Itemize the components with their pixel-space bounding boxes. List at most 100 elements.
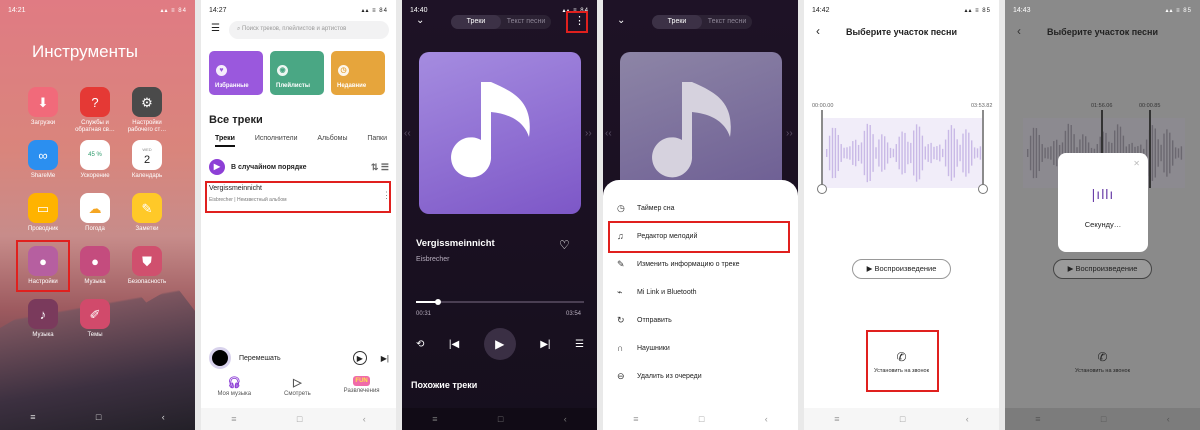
menu-item-headphones[interactable]: ∩ Наушники xyxy=(617,343,670,353)
home-icon[interactable]: □ xyxy=(498,414,503,424)
question-icon: ? xyxy=(80,87,110,117)
app-shareme[interactable]: ∞ ShareMe xyxy=(21,140,65,180)
player-controls: ⟲ |◀ ▶ ▶| ☰ xyxy=(416,328,584,360)
playlists-card[interactable]: ◉ Плейлисты xyxy=(270,51,324,95)
chevron-right-icon[interactable]: ›› xyxy=(786,128,793,139)
nav-my-music[interactable]: 🎧︎ Моя музыка xyxy=(217,376,251,397)
nav-bar: ≡ □ ‹ xyxy=(603,408,798,430)
home-icon[interactable]: □ xyxy=(699,414,704,424)
shuffle-row[interactable]: ▶ В случайном порядке ⇅ ☰ xyxy=(209,157,389,177)
tab-artists[interactable]: Исполнители xyxy=(255,135,298,147)
menu-icon[interactable]: ≡ xyxy=(30,412,35,422)
play-icon[interactable]: ▶ xyxy=(352,351,367,365)
play-icon: ▶ xyxy=(209,159,225,175)
previous-icon[interactable]: |◀ xyxy=(449,339,459,350)
highlight-box xyxy=(866,330,939,392)
status-bar: 14:21 ▴▴ ≡ 84 xyxy=(0,0,195,20)
chevron-left-icon[interactable]: ‹‹ xyxy=(404,128,411,139)
back-icon[interactable]: ‹ xyxy=(765,414,768,424)
end-handle[interactable] xyxy=(978,110,988,194)
app-themes[interactable]: ✐ Темы xyxy=(73,299,117,339)
back-icon[interactable]: ‹ xyxy=(1167,414,1170,424)
heart-icon: ♥ xyxy=(216,65,227,76)
audio-wave-icon: |ıllı xyxy=(1091,186,1115,202)
tab-folders[interactable]: Папки xyxy=(367,135,387,147)
menu-icon[interactable]: ≡ xyxy=(231,414,236,424)
back-icon[interactable]: ‹ xyxy=(966,414,969,424)
home-icon[interactable]: □ xyxy=(900,414,905,424)
set-ringtone-button: ✆ Установить на звонок xyxy=(1065,350,1140,374)
filter-icon[interactable]: ☰ xyxy=(211,23,220,34)
start-handle[interactable] xyxy=(817,110,827,194)
app-security[interactable]: ⛊ Безопасность xyxy=(125,246,169,286)
home-icon[interactable]: □ xyxy=(96,412,101,422)
tab-tracks[interactable]: Треки xyxy=(215,135,235,147)
sort-icon[interactable]: ⇅ ☰ xyxy=(371,162,389,173)
search-input[interactable]: ⌕ Поиск треков, плейлистов и артистов xyxy=(229,21,389,39)
status-icons: ▴▴ ≡ 84 xyxy=(361,7,388,14)
brush-icon: ✐ xyxy=(80,299,110,329)
repeat-icon[interactable]: ⟲ xyxy=(416,339,424,350)
app-boost[interactable]: 45 % Ускорение xyxy=(73,140,117,180)
menu-item-sleep-timer[interactable]: ◷ Таймер сна xyxy=(617,203,675,214)
music-library-screen: 14:27 ▴▴ ≡ 84 ☰ ⌕ Поиск треков, плейлисто… xyxy=(201,0,396,430)
back-icon[interactable]: ‹ xyxy=(162,412,165,422)
chevron-down-icon[interactable]: ⌄ xyxy=(617,15,625,26)
close-icon[interactable]: ✕ xyxy=(1133,159,1140,168)
tab-tracks[interactable]: Треки xyxy=(652,15,702,29)
nav-watch[interactable]: ▷ Смотреть xyxy=(284,376,311,397)
menu-item-send[interactable]: ↻ Отправить xyxy=(617,315,672,326)
tab-lyrics[interactable]: Текст песни xyxy=(501,15,551,29)
queue-icon[interactable]: ☰ xyxy=(575,339,584,350)
next-icon[interactable]: ▶| xyxy=(381,354,389,363)
app-calendar[interactable]: WED 2 Календарь xyxy=(125,140,169,180)
seek-bar[interactable] xyxy=(416,299,584,305)
library-tabs: Треки Исполнители Альбомы Папки xyxy=(215,135,387,147)
menu-icon[interactable]: ≡ xyxy=(432,414,437,424)
app-feedback[interactable]: ? Службы и обратная св… xyxy=(73,87,117,134)
menu-label: Mi Link и Bluetooth xyxy=(637,289,697,296)
chevron-left-icon[interactable]: ‹‹ xyxy=(605,128,612,139)
preview-button[interactable]: ▶ Воспроизведение xyxy=(852,259,951,279)
home-icon[interactable]: □ xyxy=(297,414,302,424)
music-app-icon: ● xyxy=(80,246,110,276)
back-icon[interactable]: ‹ xyxy=(564,414,567,424)
app-downloads[interactable]: ⬇ Загрузки xyxy=(21,87,65,127)
handle-knob[interactable] xyxy=(978,184,988,194)
status-icons: ▴▴ ≡ 84 xyxy=(160,7,187,14)
recent-card[interactable]: ◷ Недавние xyxy=(331,51,385,95)
tab-tracks[interactable]: Треки xyxy=(451,15,501,29)
tutorial-strip: 14:21 ▴▴ ≡ 84 Инструменты ⬇ Загрузки ? Служ… xyxy=(0,0,1200,430)
home-icon[interactable]: □ xyxy=(1101,414,1106,424)
app-notes[interactable]: ✎ Заметки xyxy=(125,193,169,233)
tab-lyrics[interactable]: Текст песни xyxy=(702,15,752,29)
nav-fun[interactable]: FUN Развлечения xyxy=(344,376,380,397)
menu-icon[interactable]: ≡ xyxy=(1035,414,1040,424)
play-button[interactable]: ▶ xyxy=(483,328,516,360)
back-icon[interactable]: ‹ xyxy=(363,414,366,424)
playlist-icon: ◉ xyxy=(277,65,288,76)
chevron-right-icon[interactable]: ›› xyxy=(585,128,592,139)
heart-icon[interactable]: ♡ xyxy=(559,238,570,252)
chevron-down-icon[interactable]: ⌄ xyxy=(416,15,424,26)
app-desktop-settings[interactable]: ⚙ Настройки рабочего ст… xyxy=(125,87,169,134)
waveform[interactable] xyxy=(822,118,984,188)
next-icon[interactable]: ▶| xyxy=(540,339,550,350)
phone-icon: ✆ xyxy=(1097,350,1108,364)
app-music-2[interactable]: ● Музыка xyxy=(73,246,117,286)
menu-icon[interactable]: ≡ xyxy=(633,414,638,424)
menu-item-edit-info[interactable]: ✎ Изменить информацию о треке xyxy=(617,259,740,270)
menu-item-mi-link[interactable]: ⌁ Mi Link и Bluetooth xyxy=(617,287,697,298)
menu-item-remove-from-queue[interactable]: ⊖ Удалить из очереди xyxy=(617,371,702,382)
highlight-box xyxy=(16,240,70,292)
handle-knob[interactable] xyxy=(817,184,827,194)
app-weather[interactable]: ☁ Погода xyxy=(73,193,117,233)
app-music[interactable]: ♪ Музыка xyxy=(21,299,65,339)
tab-albums[interactable]: Альбомы xyxy=(317,135,347,147)
menu-icon[interactable]: ≡ xyxy=(834,414,839,424)
favorites-card[interactable]: ♥ Избранные xyxy=(209,51,263,95)
app-file-manager[interactable]: ▭ Проводник xyxy=(21,193,65,233)
seek-knob[interactable] xyxy=(434,299,441,305)
status-bar: 14:42 ▴▴ ≡ 85 xyxy=(804,0,999,20)
mini-player[interactable]: Перемешать ▶ ▶| xyxy=(209,345,389,371)
